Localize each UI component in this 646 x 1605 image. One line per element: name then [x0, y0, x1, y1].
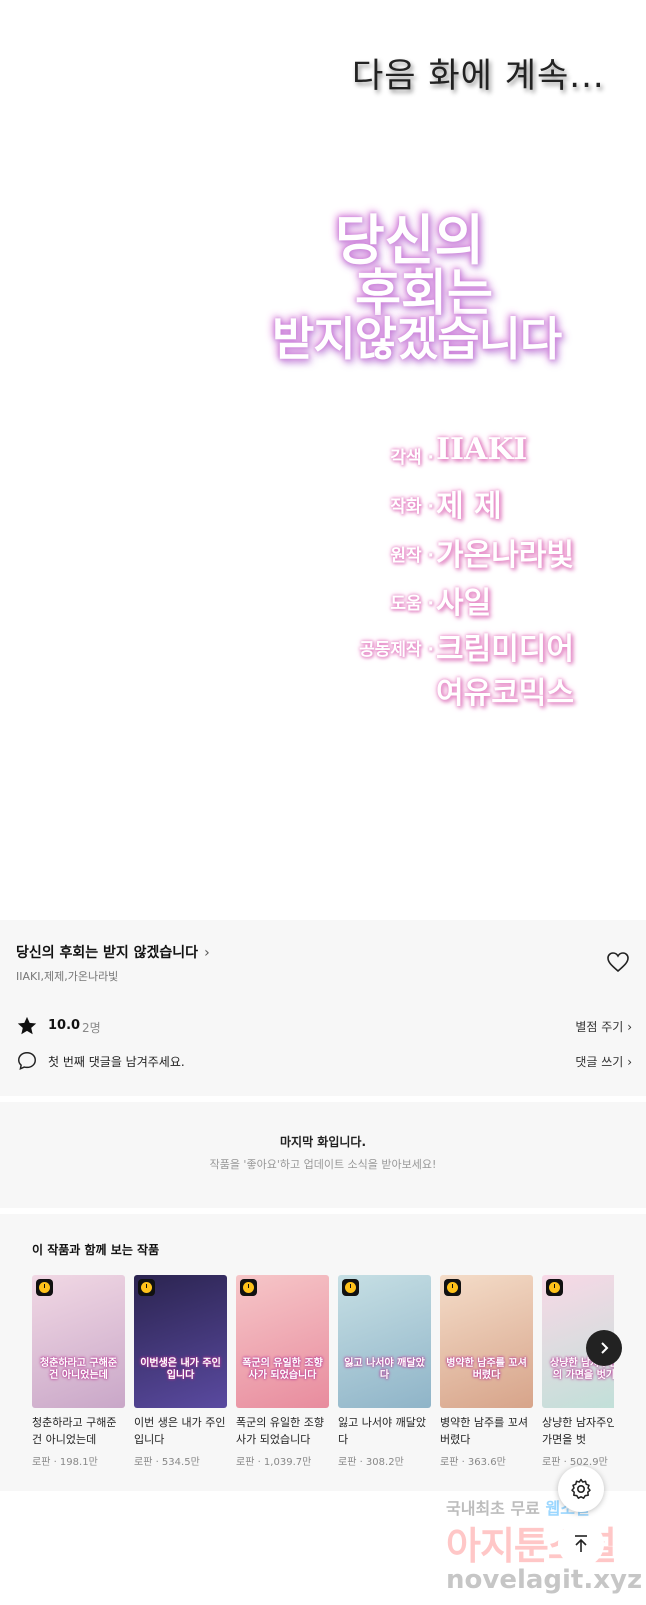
recommendation-meta: 로판 · 308.2만	[338, 1457, 404, 1468]
scroll-to-top-button[interactable]	[558, 1521, 604, 1567]
carousel-next-button[interactable]	[586, 1330, 622, 1366]
series-title-link[interactable]: 당신의 후회는 받지 않겠습니다 ›	[16, 942, 210, 962]
credit-role: 원작 ·	[390, 546, 434, 566]
write-comment-label: 댓글 쓰기	[575, 1055, 624, 1069]
chevron-right-icon: ›	[204, 945, 210, 961]
recommendation-cover: 병약한 남주를 꼬셔버렸다	[440, 1275, 533, 1408]
recommendation-title: 병약한 남주를 꼬셔버렸다	[440, 1416, 528, 1446]
cover-title-text: 병약한 남주를 꼬셔버렸다	[446, 1358, 527, 1381]
wait-free-badge-icon	[342, 1279, 359, 1296]
recommendation-title: 이번 생은 내가 주인입니다	[134, 1416, 226, 1446]
credit-role: 공동제작 ·	[359, 640, 434, 660]
rating-score: 10.0	[48, 1018, 81, 1033]
recommendation-cover: 이번생은 내가 주인입니다	[134, 1275, 227, 1408]
recommendation-title: 잃고 나서야 깨달았다	[338, 1416, 426, 1446]
author-list: IIAKI,제제,가온나라빛	[16, 970, 119, 983]
cover-title-text: 잃고 나서야 깨달았다	[344, 1358, 425, 1381]
cover-title-text: 폭군의 유일한 조향사가 되었습니다	[242, 1358, 323, 1381]
to-be-continued-text: 다음 화에 계속...	[352, 56, 605, 96]
chevron-right-icon: ›	[627, 1055, 632, 1069]
comment-icon	[18, 1052, 36, 1071]
recommendation-cover: 청춘하라고 구해준 건 아니었는데	[32, 1275, 125, 1408]
credit-name: 제 제	[436, 489, 502, 524]
viewer-settings-button[interactable]	[558, 1466, 604, 1512]
credit-name: 여유코믹스	[436, 676, 574, 711]
comic-final-panel: 다음 화에 계속... 당신의 후회는 받지않겠습니다 각색 · IIAKI 작…	[0, 0, 646, 920]
recommendation-cover: 폭군의 유일한 조향사가 되었습니다	[236, 1275, 329, 1408]
star-icon	[17, 1016, 37, 1035]
recommendation-title: 상냥한 남자주인공의 가면을 벗	[542, 1416, 614, 1446]
wait-free-badge-icon	[138, 1279, 155, 1296]
last-episode-subtitle: 작품을 '좋아요'하고 업데이트 소식을 받아보세요!	[209, 1158, 437, 1171]
recommendation-meta: 로판 · 534.5만	[134, 1457, 200, 1468]
rater-count: 2명	[82, 1021, 101, 1035]
arrow-up-icon	[575, 1535, 587, 1552]
watermark-url: novelagit.xyz	[446, 1565, 643, 1595]
write-comment-button[interactable]: 댓글 쓰기 ›	[575, 1053, 632, 1070]
chevron-right-icon: ›	[627, 1020, 632, 1034]
credit-role: 도움 ·	[390, 594, 434, 614]
rate-button[interactable]: 별점 주기 ›	[575, 1018, 632, 1035]
last-episode-notice	[0, 1102, 646, 1208]
wait-free-badge-icon	[444, 1279, 461, 1296]
credit-name: 가온나라빛	[436, 538, 574, 573]
cover-title-text: 이번생은 내가 주인입니다	[140, 1358, 221, 1381]
recommendation-title: 폭군의 유일한 조향사가 되었습니다	[236, 1416, 324, 1446]
credit-name: 크림미디어	[436, 632, 574, 667]
last-episode-title: 마지막 화입니다.	[279, 1135, 367, 1149]
recommendation-meta: 로판 · 198.1만	[32, 1457, 98, 1468]
recommendation-cover: 잃고 나서야 깨달았다	[338, 1275, 431, 1408]
comment-prompt: 첫 번째 댓글을 남겨주세요.	[48, 1055, 185, 1069]
wait-free-badge-icon	[240, 1279, 257, 1296]
series-title: 당신의 후회는 받지 않겠습니다	[16, 945, 199, 961]
recommendation-title: 청춘하라고 구해준 건 아니었는데	[32, 1416, 117, 1446]
credit-role: 각색 ·	[390, 448, 434, 468]
wait-free-badge-icon	[36, 1279, 53, 1296]
series-logo-line-3: 받지않겠습니다	[272, 312, 562, 366]
credit-name: 사일	[436, 586, 492, 621]
wait-free-badge-icon	[546, 1279, 563, 1296]
cover-title-text: 청춘하라고 구해준 건 아니었는데	[39, 1358, 118, 1381]
credit-name: IIAKI	[436, 432, 528, 467]
gear-icon	[571, 1478, 591, 1499]
rate-button-label: 별점 주기	[575, 1020, 624, 1034]
credit-role: 작화 ·	[390, 497, 434, 517]
chevron-right-icon	[601, 1342, 609, 1354]
recommendations-carousel[interactable]: 청춘하라고 구해준 건 아니었는데 청춘하라고 구해준 건 아니었는데 로판 ·…	[0, 1275, 614, 1475]
heart-icon[interactable]	[606, 951, 630, 973]
recommendation-meta: 로판 · 1,039.7만	[236, 1457, 312, 1468]
recommendation-meta: 로판 · 363.6만	[440, 1457, 506, 1468]
recommendations-title: 이 작품과 함께 보는 작품	[32, 1243, 160, 1257]
